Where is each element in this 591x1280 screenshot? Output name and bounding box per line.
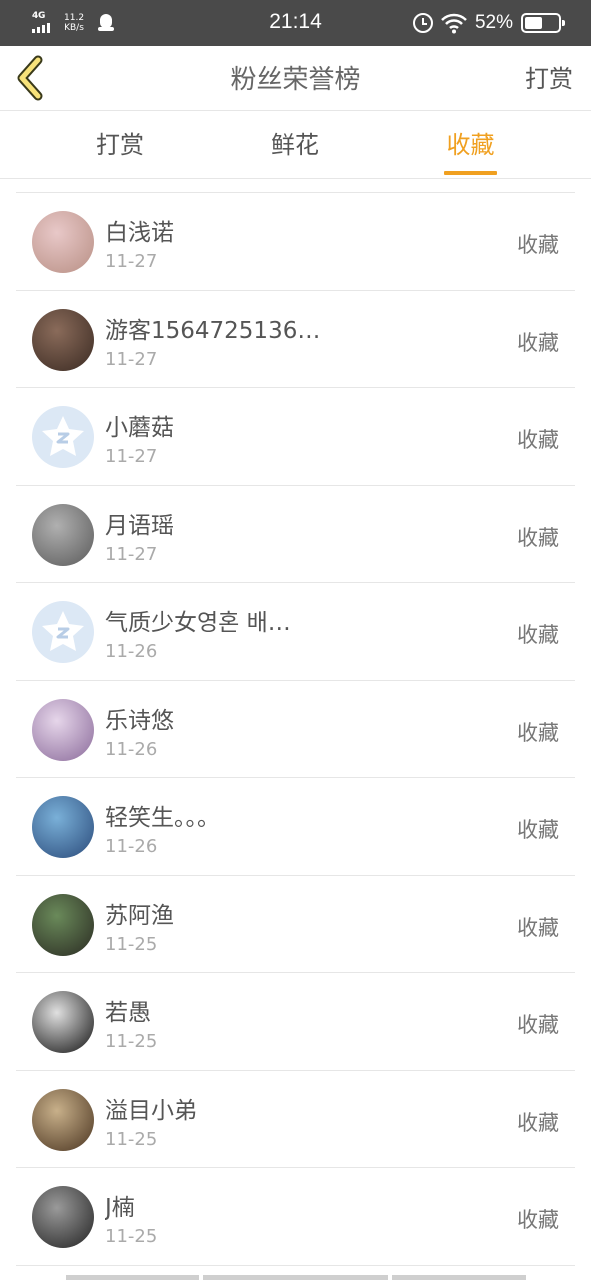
fan-date: 11-27 [105,348,158,370]
fan-list: 白浅诺 11-27 收藏 游客1564725136… 11-27 收藏 小蘑菇 11-27 收藏… [16,192,575,1266]
fan-date: 11-25 [105,1128,158,1150]
avatar[interactable] [32,698,94,761]
fan-name: 乐诗悠 [105,707,174,734]
tab-label: 打赏 [96,131,144,159]
list-item[interactable]: 若愚 11-25 收藏 [16,973,575,1071]
fan-date: 11-27 [105,251,158,272]
tab-favorites[interactable]: 收藏 [444,111,497,179]
active-tab-indicator [444,171,497,175]
avatar[interactable] [32,211,94,273]
fan-date: 11-27 [105,446,158,467]
fan-name: 气质少女영혼 배… [105,610,291,636]
avatar[interactable] [32,1088,94,1151]
fan-action: 收藏 [517,330,559,355]
fan-name: 苏阿渔 [105,902,174,929]
default-avatar-icon[interactable] [32,601,94,663]
fan-action: 收藏 [517,818,559,842]
tab-tip[interactable]: 打赏 [94,111,146,179]
list-item[interactable]: 游客1564725136… 11-27 收藏 [16,291,575,388]
scroll-indicator [66,1275,526,1280]
fan-action: 收藏 [517,233,559,257]
avatar[interactable] [32,503,94,566]
fan-action: 收藏 [517,915,559,940]
tab-bar: 打赏 鲜花 收藏 [0,111,591,179]
battery-icon [521,13,565,33]
alarm-icon [412,13,433,33]
page-title: 粉丝荣誉榜 [230,65,361,95]
fan-action: 收藏 [517,1208,559,1232]
fan-date: 11-25 [105,1226,158,1247]
fan-name: 若愚 [105,1000,151,1026]
fan-name: 游客1564725136… [105,317,321,344]
fan-action: 收藏 [517,525,559,550]
tab-label: 收藏 [446,131,495,159]
fan-name: 小蘑菇 [105,415,174,441]
fan-name: 白浅诺 [105,220,174,246]
status-right: 52% [412,10,565,36]
wifi-icon [441,13,467,34]
fan-action: 收藏 [517,1013,559,1037]
fan-action: 收藏 [517,1110,559,1135]
list-item[interactable]: 白浅诺 11-27 收藏 [16,193,575,291]
fan-date: 11-26 [105,641,158,662]
fan-action: 收藏 [517,720,559,745]
avatar[interactable] [32,893,94,956]
nav-bar: 粉丝荣誉榜 打赏 [0,46,591,111]
avatar[interactable] [32,308,94,371]
fan-date: 11-25 [105,1031,158,1052]
list-item[interactable]: 小蘑菇 11-27 收藏 [16,388,575,486]
fan-date: 11-26 [105,738,158,760]
fan-action: 收藏 [517,428,559,452]
tab-flowers[interactable]: 鲜花 [269,111,321,179]
battery-percent: 52% [474,12,513,33]
fan-name: 溢目小弟 [105,1097,197,1124]
list-item[interactable]: 气质少女영혼 배… 11-26 收藏 [16,583,575,681]
list-item[interactable]: 溢目小弟 11-25 收藏 [16,1071,575,1168]
fan-name: J楠 [105,1195,135,1221]
tab-label: 鲜花 [271,131,319,159]
fan-action: 收藏 [517,623,559,647]
avatar[interactable] [32,991,94,1053]
fan-name: 轻笑生。。。 [105,805,220,831]
default-avatar-icon[interactable] [32,406,94,468]
tip-button[interactable]: 打赏 [525,59,573,94]
list-item[interactable]: 月语瑶 11-27 收藏 [16,486,575,583]
fan-date: 11-27 [105,543,158,565]
fan-name: 月语瑶 [105,512,174,539]
list-item[interactable]: 轻笑生。。。 11-26 收藏 [16,778,575,876]
list-item[interactable]: 苏阿渔 11-25 收藏 [16,876,575,973]
list-item[interactable]: J楠 11-25 收藏 [16,1168,575,1266]
avatar[interactable] [32,796,94,858]
list-item[interactable]: 乐诗悠 11-26 收藏 [16,681,575,778]
status-bar: 4G 11.2 KB/s 21:14 52% [0,0,591,46]
fan-date: 11-25 [105,933,158,955]
fan-date: 11-26 [105,836,158,857]
avatar[interactable] [32,1186,94,1248]
